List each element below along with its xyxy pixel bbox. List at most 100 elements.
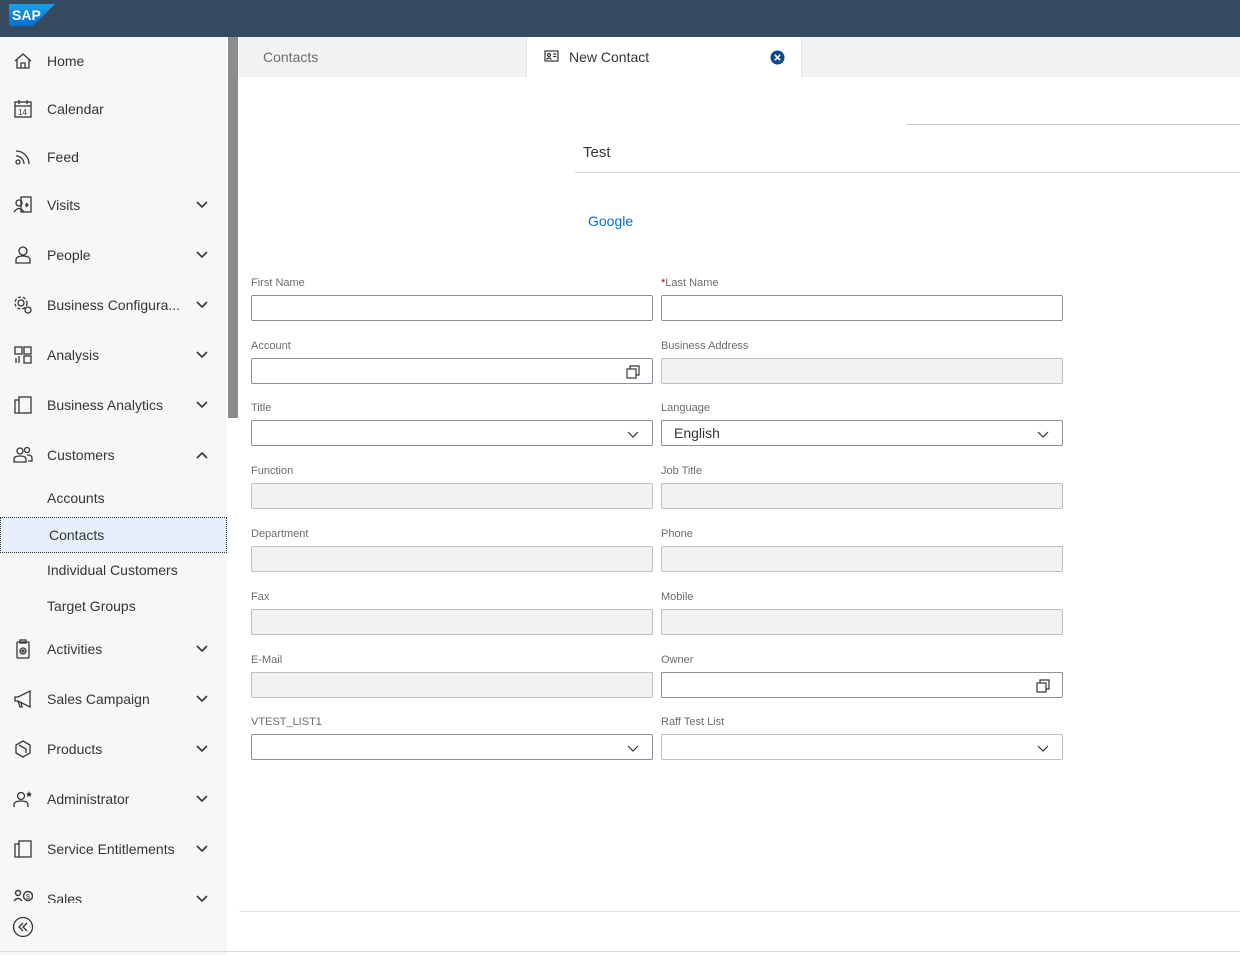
chevron-down-icon[interactable] bbox=[194, 641, 210, 657]
language-select[interactable]: English bbox=[661, 420, 1063, 446]
department-label: Department bbox=[251, 528, 309, 540]
chevron-down-icon[interactable] bbox=[194, 197, 210, 213]
nav-item-activities[interactable]: Activities bbox=[0, 629, 227, 669]
nav-sub-item-individual-customers[interactable]: Individual Customers bbox=[0, 552, 227, 588]
nav-item-business-analytics[interactable]: Business Analytics bbox=[0, 385, 227, 425]
chevron-down-icon[interactable] bbox=[1036, 741, 1050, 755]
raff-test-list-label: Raff Test List bbox=[661, 716, 725, 728]
phone-label: Phone bbox=[661, 528, 693, 540]
nav-label: Products bbox=[47, 741, 103, 757]
nav-label: Calendar bbox=[47, 101, 104, 117]
sap-logo[interactable]: SAP bbox=[9, 4, 55, 31]
service-entitlements-icon bbox=[13, 839, 33, 859]
nav-item-home[interactable]: Home bbox=[0, 41, 227, 81]
tab-label: New Contact bbox=[569, 49, 650, 65]
nav-item-visits[interactable]: Visits bbox=[0, 185, 227, 225]
analysis-icon bbox=[13, 345, 33, 365]
chevron-down-icon[interactable] bbox=[626, 427, 640, 441]
bottom-border bbox=[0, 951, 1240, 952]
email-label: E-Mail bbox=[251, 654, 283, 666]
nav-item-products[interactable]: Products bbox=[0, 729, 227, 769]
chevron-down-icon[interactable] bbox=[194, 347, 210, 363]
nav-label: Business Analytics bbox=[47, 397, 163, 413]
nav-sub-item-accounts[interactable]: Accounts bbox=[0, 480, 227, 516]
department-input[interactable] bbox=[251, 546, 653, 572]
job-title-input[interactable] bbox=[661, 483, 1063, 509]
chevron-down-icon[interactable] bbox=[194, 791, 210, 807]
chevron-down-icon[interactable] bbox=[194, 691, 210, 707]
chevron-down-icon[interactable] bbox=[1036, 427, 1050, 441]
nav-item-feed[interactable]: Feed bbox=[0, 137, 227, 177]
first-name-input[interactable] bbox=[251, 295, 653, 321]
nav-item-calendar[interactable]: 14 Calendar bbox=[0, 89, 227, 129]
nav-sub-item-target-groups[interactable]: Target Groups bbox=[0, 588, 227, 624]
vtest-list1-select[interactable] bbox=[251, 734, 653, 760]
tab-contacts[interactable]: Contacts bbox=[243, 37, 520, 77]
tab-label: Contacts bbox=[263, 49, 319, 65]
megaphone-icon bbox=[13, 689, 33, 709]
mobile-label: Mobile bbox=[661, 591, 694, 603]
collapse-sidebar-icon[interactable] bbox=[12, 916, 34, 938]
chevron-up-icon[interactable] bbox=[194, 447, 210, 463]
sidebar-footer bbox=[0, 903, 239, 955]
products-icon bbox=[13, 739, 33, 759]
fax-label: Fax bbox=[251, 591, 270, 603]
nav-label: Administrator bbox=[47, 791, 130, 807]
svg-text:SAP: SAP bbox=[12, 7, 41, 23]
nav-sub-item-contacts[interactable]: Contacts bbox=[0, 517, 227, 553]
nav-item-administrator[interactable]: Administrator bbox=[0, 779, 227, 819]
phone-input[interactable] bbox=[661, 546, 1063, 572]
function-label: Function bbox=[251, 465, 294, 477]
nav-item-business-configuration[interactable]: Business Configura... bbox=[0, 285, 227, 325]
footer-divider bbox=[239, 911, 1240, 912]
mobile-input[interactable] bbox=[661, 609, 1063, 635]
raff-test-list-select[interactable] bbox=[661, 734, 1063, 760]
record-title: Test bbox=[583, 144, 611, 161]
nav-item-service-entitlements[interactable]: Service Entitlements bbox=[0, 829, 227, 869]
chevron-down-icon[interactable] bbox=[194, 841, 210, 857]
side-navigation: Home 14 Calendar Feed Visits People Busi… bbox=[0, 37, 227, 955]
nav-item-analysis[interactable]: Analysis bbox=[0, 335, 227, 375]
fax-input[interactable] bbox=[251, 609, 653, 635]
nav-label: People bbox=[47, 247, 91, 263]
value-help-icon[interactable] bbox=[626, 365, 640, 379]
nav-label: Feed bbox=[47, 149, 79, 165]
owner-input[interactable] bbox=[661, 672, 1063, 698]
vtest-list1-label: VTEST_LIST1 bbox=[251, 716, 322, 728]
title-divider bbox=[575, 172, 1240, 173]
nav-label: Target Groups bbox=[47, 598, 136, 614]
job-title-label: Job Title bbox=[661, 465, 702, 477]
value-help-icon[interactable] bbox=[1036, 679, 1050, 693]
chevron-down-icon[interactable] bbox=[194, 247, 210, 263]
first-name-label: First Name bbox=[251, 277, 305, 289]
close-tab-icon[interactable] bbox=[770, 50, 785, 65]
title-label: Title bbox=[251, 402, 272, 414]
email-input[interactable] bbox=[251, 672, 653, 698]
google-link[interactable]: Google bbox=[588, 213, 633, 229]
chevron-down-icon[interactable] bbox=[194, 397, 210, 413]
nav-label: Accounts bbox=[47, 490, 105, 506]
last-name-input[interactable] bbox=[661, 295, 1063, 321]
nav-item-sales-campaign[interactable]: Sales Campaign bbox=[0, 679, 227, 719]
nav-label: Customers bbox=[47, 447, 115, 463]
activities-icon bbox=[13, 639, 33, 659]
nav-item-people[interactable]: People bbox=[0, 235, 227, 275]
business-address-input[interactable] bbox=[661, 358, 1063, 384]
visits-icon bbox=[13, 195, 33, 215]
sidebar-scrollbar[interactable] bbox=[228, 37, 238, 418]
svg-text:$: $ bbox=[26, 894, 30, 901]
chevron-down-icon[interactable] bbox=[626, 741, 640, 755]
account-input[interactable] bbox=[251, 358, 653, 384]
account-label: Account bbox=[251, 340, 291, 352]
nav-label: Individual Customers bbox=[47, 562, 178, 578]
chevron-down-icon[interactable] bbox=[194, 741, 210, 757]
language-label: Language bbox=[661, 402, 710, 414]
title-select[interactable] bbox=[251, 420, 653, 446]
chevron-down-icon[interactable] bbox=[194, 297, 210, 313]
nav-label: Visits bbox=[47, 197, 81, 213]
nav-item-customers[interactable]: Customers bbox=[0, 435, 227, 475]
feed-icon bbox=[13, 147, 33, 167]
tab-new-contact[interactable]: New Contact bbox=[526, 37, 802, 77]
function-input[interactable] bbox=[251, 483, 653, 509]
nav-label: Activities bbox=[47, 641, 103, 657]
